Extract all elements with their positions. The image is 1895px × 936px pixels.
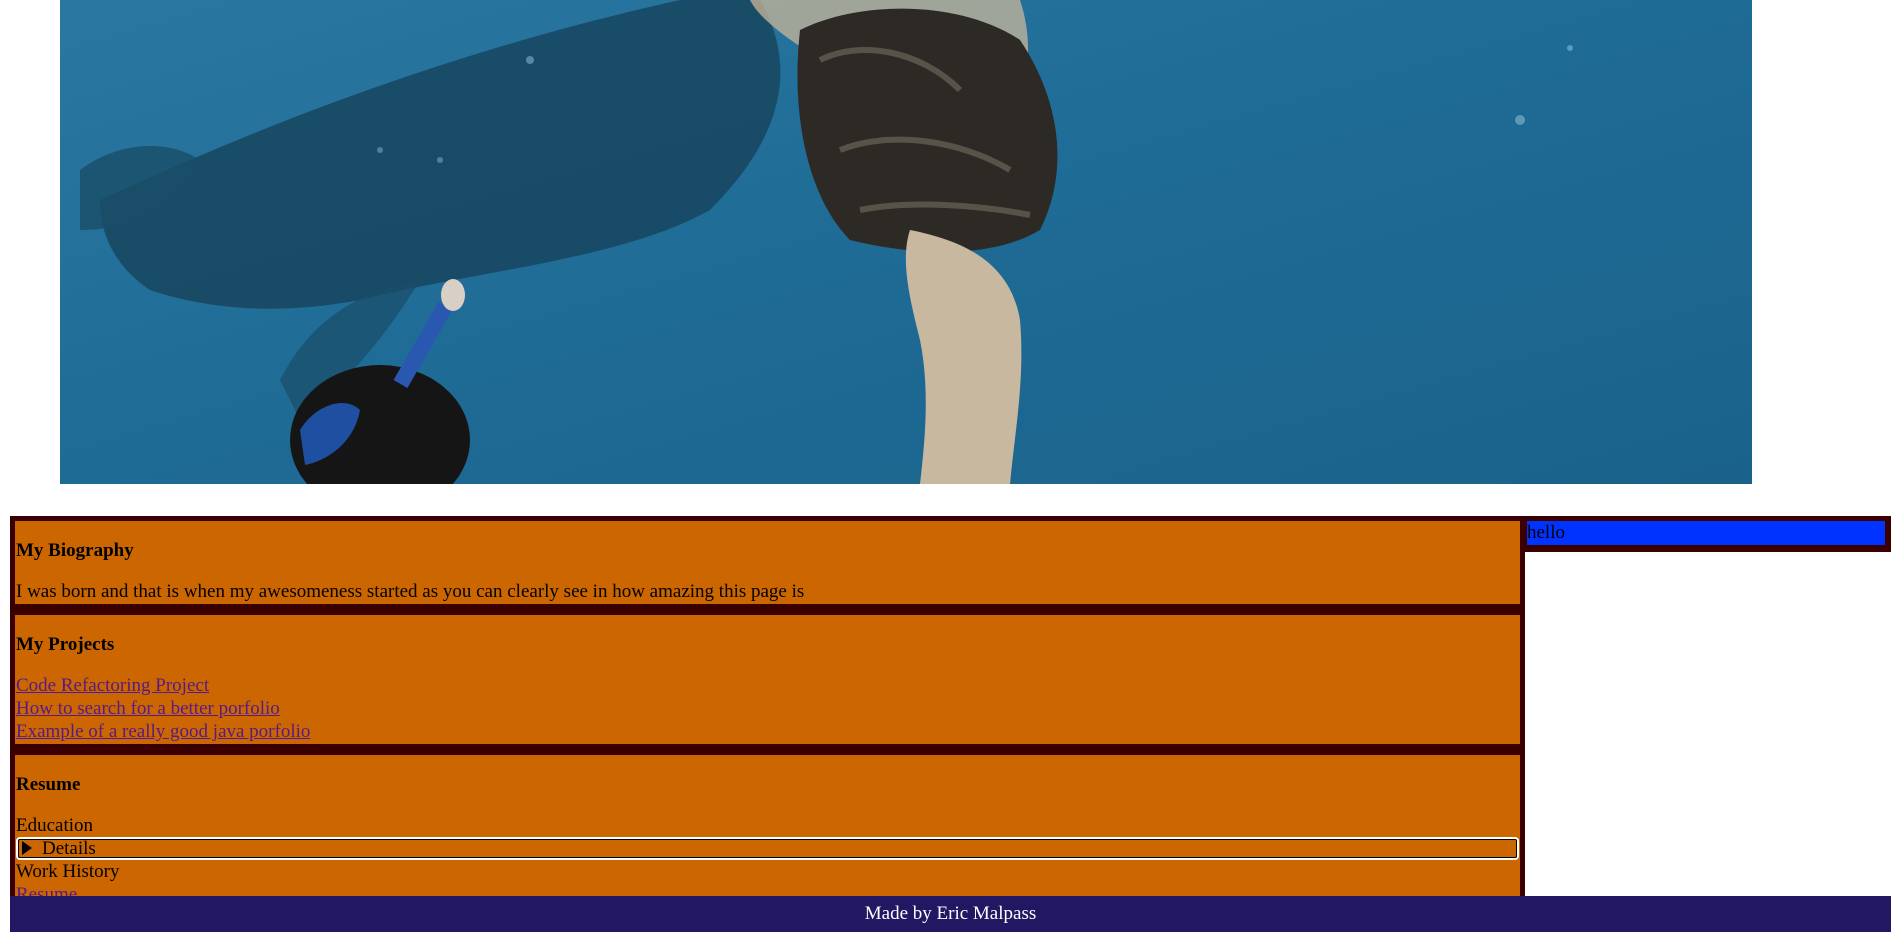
biography-section: My Biography I was born and that is when… — [15, 521, 1520, 604]
main-content: My Biography I was born and that is when… — [10, 516, 1525, 912]
project-link-java-portfolio[interactable]: Example of a really good java porfolio — [16, 720, 1519, 743]
project-link-search-portfolio[interactable]: How to search for a better porfolio — [16, 697, 1519, 720]
biography-text: I was born and that is when my awesomene… — [16, 581, 805, 602]
resume-section: Resume Education Details Work History Re… — [15, 755, 1520, 907]
disclosure-triangle-icon — [22, 841, 32, 855]
sidebar: hello — [1525, 516, 1891, 552]
projects-section: My Projects Code Refactoring Project How… — [15, 615, 1520, 744]
snorkeling-photo-icon — [60, 0, 1752, 484]
details-label: Details — [42, 838, 96, 859]
work-history-label: Work History — [16, 861, 120, 882]
education-label: Education — [16, 815, 94, 836]
sidebar-hello-box: hello — [1527, 521, 1885, 545]
project-link-code-refactoring[interactable]: Code Refactoring Project — [16, 674, 1519, 697]
hero-image — [60, 0, 1752, 484]
biography-heading: My Biography — [16, 540, 134, 561]
resume-heading: Resume — [16, 774, 81, 795]
details-toggle[interactable]: Details — [16, 837, 1519, 860]
projects-heading: My Projects — [16, 634, 115, 655]
footer: Made by Eric Malpass — [10, 896, 1891, 932]
